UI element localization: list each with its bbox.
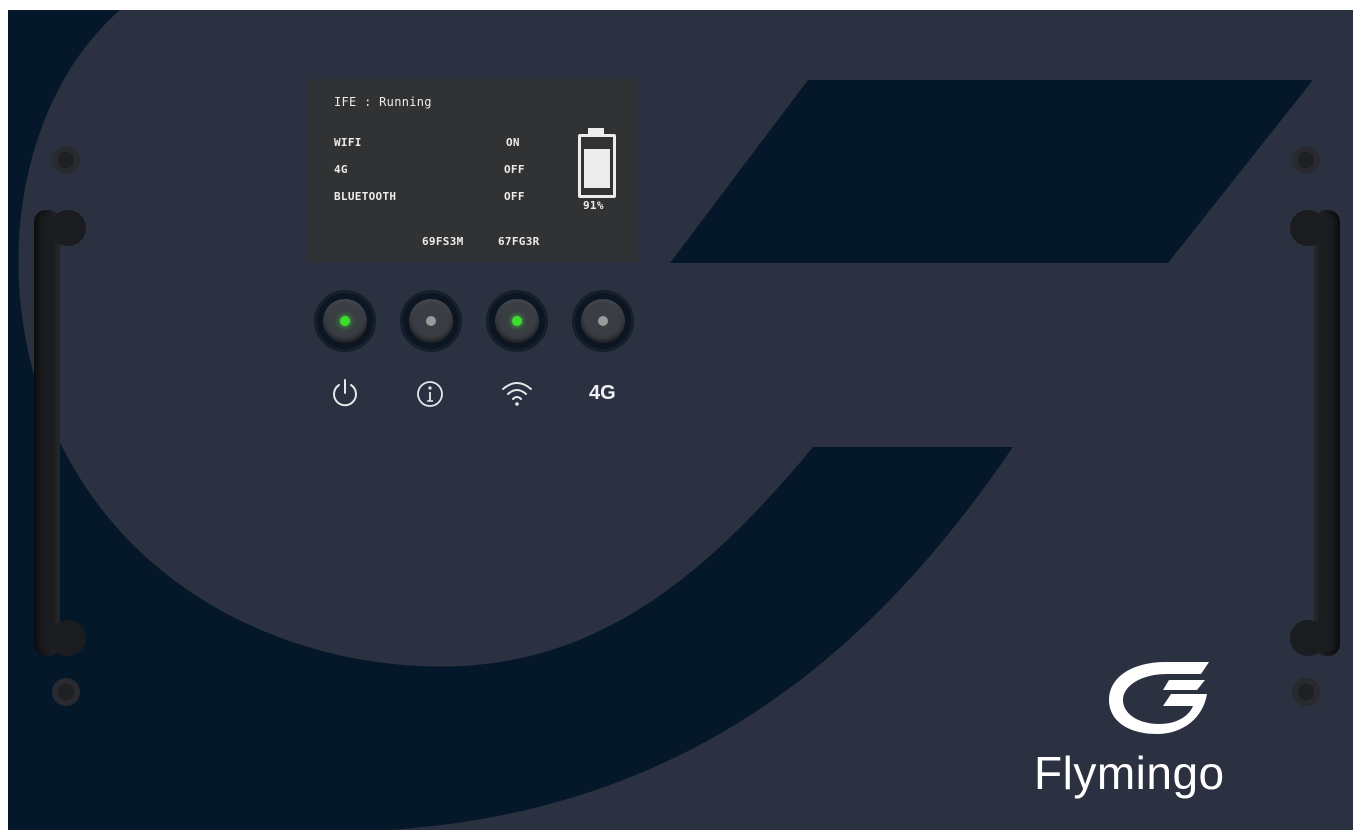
left-screw-bottom bbox=[52, 678, 80, 706]
battery-fill bbox=[584, 149, 610, 188]
wifi-led bbox=[512, 316, 522, 326]
right-handle-mount-bottom bbox=[1290, 620, 1326, 656]
info-led bbox=[426, 316, 436, 326]
row-value-bluetooth: OFF bbox=[504, 190, 525, 203]
right-handle-mount-top bbox=[1290, 210, 1326, 246]
wifi-button[interactable] bbox=[486, 290, 548, 352]
power-icon bbox=[333, 379, 357, 407]
4g-label: 4G bbox=[589, 382, 616, 404]
info-icon bbox=[417, 381, 443, 407]
status-display: IFE : Running WIFI ON 4G OFF BLUETOOTH O… bbox=[308, 79, 638, 262]
code-2: 67FG3R bbox=[498, 235, 540, 248]
battery-percent: 91% bbox=[583, 199, 604, 212]
row-value-4g: OFF bbox=[504, 163, 525, 176]
right-handle bbox=[1314, 210, 1340, 656]
left-handle-mount-bottom bbox=[50, 620, 86, 656]
right-screw-top bbox=[1292, 146, 1320, 174]
info-button[interactable] bbox=[400, 290, 462, 352]
4g-led bbox=[598, 316, 608, 326]
wifi-icon bbox=[502, 382, 532, 406]
right-screw-bottom bbox=[1292, 678, 1320, 706]
status-line: IFE : Running bbox=[334, 95, 432, 109]
flymingo-logo-icon bbox=[1109, 662, 1209, 734]
left-handle-mount-top bbox=[50, 210, 86, 246]
code-1: 69FS3M bbox=[422, 235, 464, 248]
left-screw-top bbox=[52, 146, 80, 174]
power-button[interactable] bbox=[314, 290, 376, 352]
left-handle bbox=[34, 210, 60, 656]
battery-icon bbox=[576, 128, 620, 198]
4g-button[interactable] bbox=[572, 290, 634, 352]
row-label-bluetooth: BLUETOOTH bbox=[334, 190, 397, 203]
power-led bbox=[340, 316, 350, 326]
row-label-wifi: WIFI bbox=[334, 136, 362, 149]
device-front-panel: IFE : Running WIFI ON 4G OFF BLUETOOTH O… bbox=[8, 10, 1353, 830]
row-label-4g: 4G bbox=[334, 163, 348, 176]
row-value-wifi: ON bbox=[506, 136, 520, 149]
brand-name: Flymingo bbox=[1034, 747, 1225, 799]
